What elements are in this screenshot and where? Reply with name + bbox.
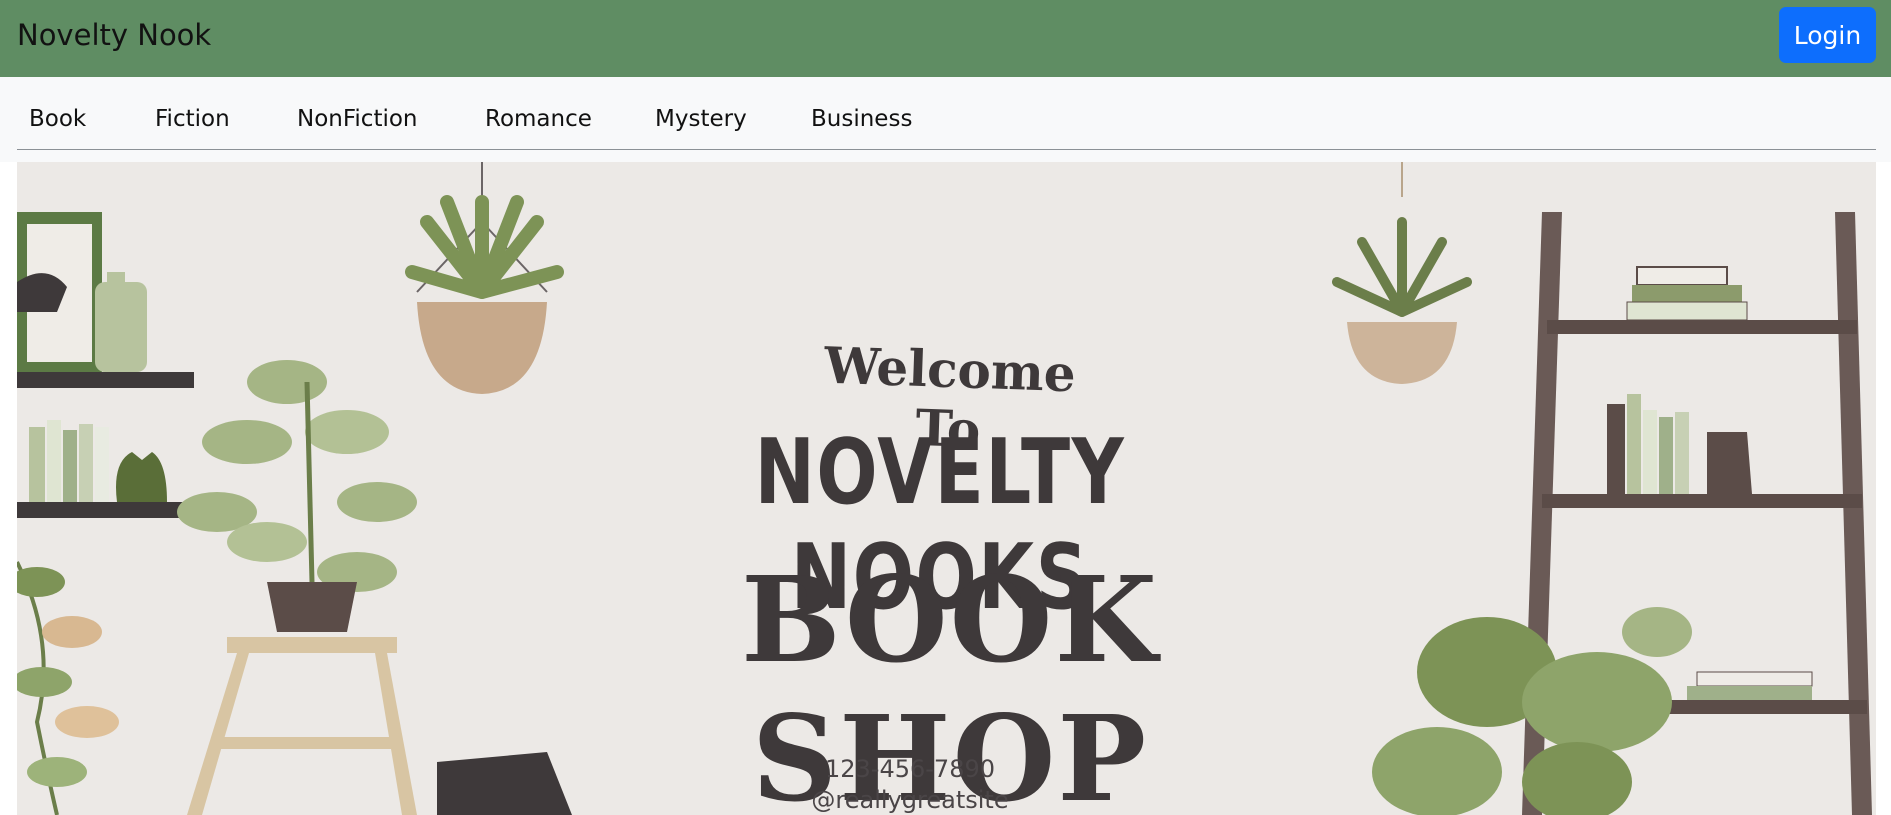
banner-phone: 123-456-7890 [824, 755, 995, 783]
top-header: Novelty Nook Login [0, 0, 1891, 77]
nav-item-fiction[interactable]: Fiction [155, 106, 230, 132]
hero-banner: Welcome To NOVELTY NOOKS BOOK SHOP 123-4… [17, 162, 1876, 815]
left-shelves-art [17, 212, 194, 518]
banner-website: @reallygreatsite [811, 786, 1009, 814]
hanging-plant-left [405, 162, 564, 394]
login-button[interactable]: Login [1779, 7, 1876, 63]
monstera-plant [1372, 607, 1692, 815]
nav-item-romance[interactable]: Romance [485, 106, 592, 132]
category-nav: Book Fiction NonFiction Romance Mystery … [0, 77, 1891, 162]
site-brand[interactable]: Novelty Nook [17, 18, 211, 52]
hanging-plant-right [1332, 162, 1472, 384]
category-nav-list: Book Fiction NonFiction Romance Mystery … [17, 77, 1876, 150]
potted-plant-stool [177, 360, 572, 815]
left-trailing-plant [17, 561, 119, 815]
nav-item-business[interactable]: Business [811, 106, 912, 132]
nav-item-book[interactable]: Book [29, 106, 86, 132]
nav-item-nonfiction[interactable]: NonFiction [297, 106, 418, 132]
nav-item-mystery[interactable]: Mystery [655, 106, 747, 132]
